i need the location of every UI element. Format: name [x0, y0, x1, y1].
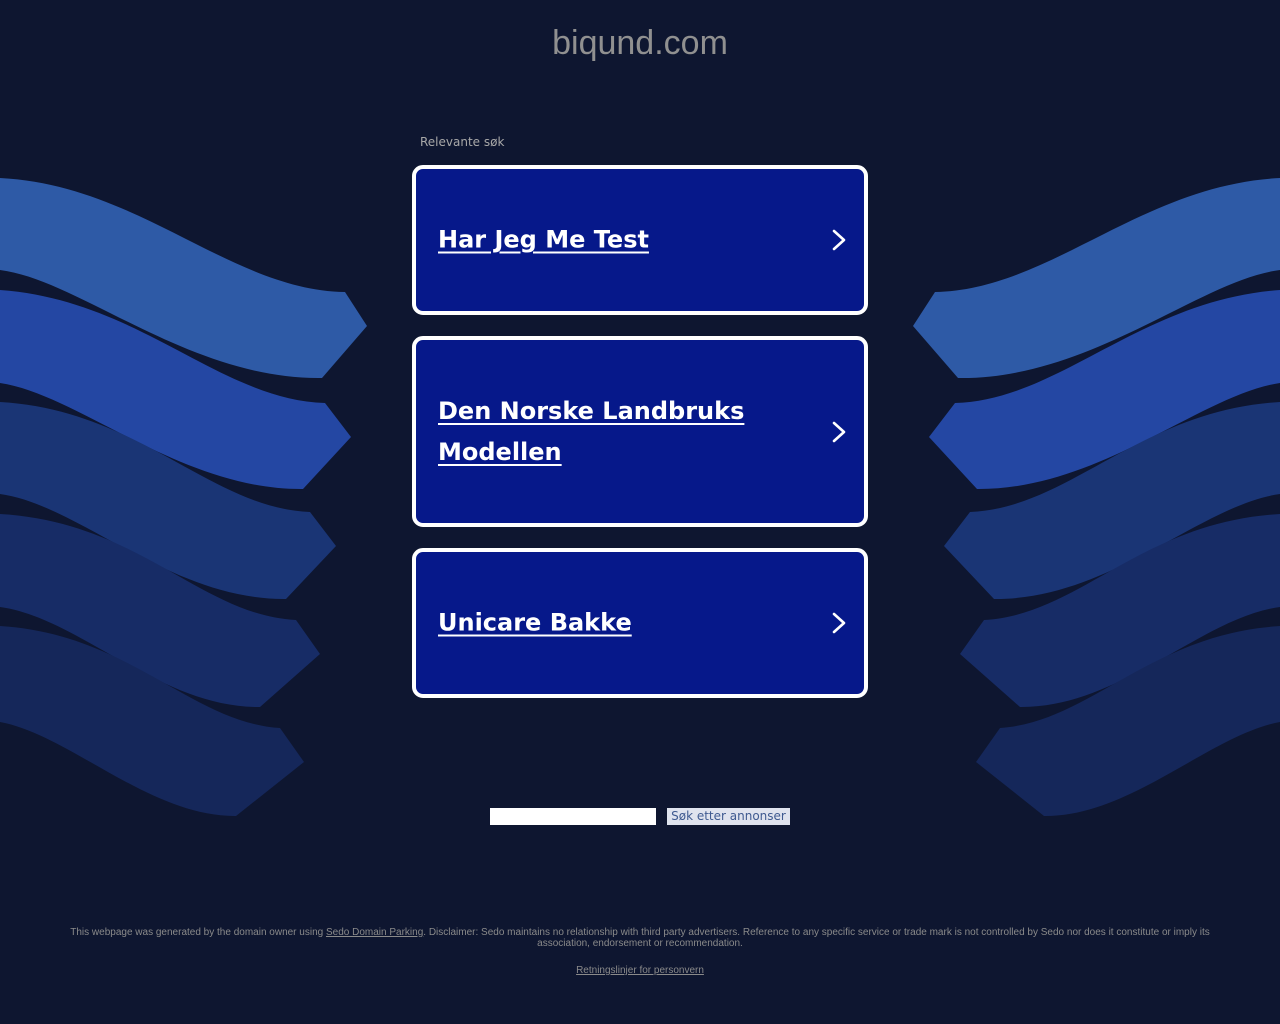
related-link-card[interactable]: Har Jeg Me Test	[412, 165, 868, 315]
chevron-right-icon	[832, 421, 846, 442]
footer-privacy: Retningslinjer for personvern	[0, 965, 1280, 976]
chevron-right-icon	[832, 612, 846, 634]
domain-title: biqund.com	[552, 24, 728, 62]
related-link-text[interactable]: Unicare Bakke	[438, 603, 798, 644]
privacy-policy-link[interactable]: Retningslinjer for personvern	[576, 965, 704, 976]
search-input[interactable]	[490, 808, 656, 825]
chevron-right-icon	[832, 229, 846, 251]
related-link-card[interactable]: Unicare Bakke	[412, 548, 868, 698]
related-link-text[interactable]: Har Jeg Me Test	[438, 220, 798, 261]
disclaimer-text-before: This webpage was generated by the domain…	[70, 927, 326, 938]
search-ads-button[interactable]: Søk etter annonser	[667, 808, 790, 825]
disclaimer-text-after: . Disclaimer: Sedo maintains no relation…	[423, 927, 1210, 949]
related-searches-label: Relevante søk	[420, 135, 505, 149]
related-link-card[interactable]: Den Norske Landbruks Modellen	[412, 336, 868, 527]
footer-disclaimer: This webpage was generated by the domain…	[60, 927, 1220, 949]
related-link-text[interactable]: Den Norske Landbruks Modellen	[438, 391, 798, 473]
sedo-domain-parking-link[interactable]: Sedo Domain Parking	[326, 927, 423, 938]
